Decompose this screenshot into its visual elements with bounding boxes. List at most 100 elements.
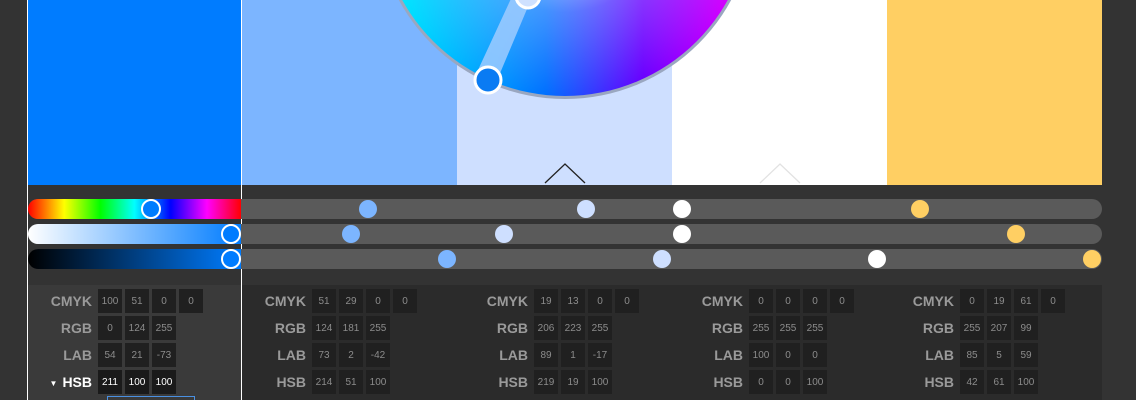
lab-value-field[interactable]: 100 <box>749 343 773 367</box>
cmyk-value-field[interactable]: 0 <box>366 289 390 313</box>
hsb-value-field[interactable]: 100 <box>125 370 149 394</box>
hue-slider-knob-5[interactable] <box>911 200 929 218</box>
cmyk-value-field[interactable]: 0 <box>588 289 612 313</box>
cmyk-value-field[interactable]: 19 <box>534 289 558 313</box>
cmyk-value-field[interactable]: 0 <box>393 289 417 313</box>
saturation-slider-knob-2[interactable] <box>342 225 360 243</box>
rgb-value-field[interactable]: 181 <box>339 316 363 340</box>
lab-value-field[interactable]: 1 <box>561 343 585 367</box>
saturation-slider-knob-1[interactable] <box>221 224 241 244</box>
rgb-value-field[interactable]: 255 <box>776 316 800 340</box>
lab-value-field[interactable]: 89 <box>534 343 558 367</box>
lab-value-field[interactable]: 85 <box>960 343 984 367</box>
rgb-value-field[interactable]: 255 <box>803 316 827 340</box>
hsb-value-field[interactable]: 51 <box>339 370 363 394</box>
lab-row: LAB 89 1 -17 <box>464 343 615 367</box>
saturation-slider[interactable] <box>28 224 1102 244</box>
hsb-value-field[interactable]: 100 <box>588 370 612 394</box>
hsb-value-field[interactable]: 42 <box>960 370 984 394</box>
rgb-row: RGB 0 124 255 <box>28 316 179 340</box>
brightness-slider-knob-1[interactable] <box>221 249 241 269</box>
triangle-marker-icon[interactable] <box>544 162 586 184</box>
lab-label: LAB <box>714 347 743 363</box>
lab-value-field[interactable]: -73 <box>152 343 176 367</box>
saturation-gradient[interactable] <box>28 224 241 244</box>
saturation-slider-knob-5[interactable] <box>1007 225 1025 243</box>
lab-value-field[interactable]: 21 <box>125 343 149 367</box>
lab-value-field[interactable]: 54 <box>98 343 122 367</box>
hsb-value-field[interactable]: 219 <box>534 370 558 394</box>
lab-value-field[interactable]: -17 <box>588 343 612 367</box>
brightness-slider[interactable] <box>28 249 1102 269</box>
hue-slider-knob-2[interactable] <box>359 200 377 218</box>
hue-slider-knob-1[interactable] <box>141 199 161 219</box>
brightness-slider-knob-3[interactable] <box>653 250 671 268</box>
rgb-row: RGB 124 181 255 <box>242 316 393 340</box>
cmyk-value-field[interactable]: 0 <box>803 289 827 313</box>
triangle-down-icon[interactable]: ▼ <box>50 379 58 388</box>
hsb-value-field[interactable]: 0 <box>749 370 773 394</box>
brightness-gradient[interactable] <box>28 249 241 269</box>
rgb-value-field[interactable]: 255 <box>960 316 984 340</box>
lab-value-field[interactable]: 0 <box>776 343 800 367</box>
saturation-slider-knob-3[interactable] <box>495 225 513 243</box>
brightness-slider-knob-5[interactable] <box>1083 250 1101 268</box>
hue-slider[interactable] <box>28 199 1102 219</box>
cmyk-value-field[interactable]: 29 <box>339 289 363 313</box>
lab-value-field[interactable]: 0 <box>803 343 827 367</box>
cmyk-value-field[interactable]: 51 <box>125 289 149 313</box>
lab-value-field[interactable]: 59 <box>1014 343 1038 367</box>
rgb-value-field[interactable]: 255 <box>366 316 390 340</box>
hue-gradient[interactable] <box>28 199 241 219</box>
saturation-slider-knob-4[interactable] <box>673 225 691 243</box>
cmyk-value-field[interactable]: 61 <box>1014 289 1038 313</box>
color-wheel-icon[interactable] <box>370 0 760 110</box>
active-value-field[interactable] <box>107 396 195 400</box>
rgb-value-field[interactable]: 207 <box>987 316 1011 340</box>
cmyk-value-field[interactable]: 100 <box>98 289 122 313</box>
lab-value-field[interactable]: 2 <box>339 343 363 367</box>
cmyk-value-field[interactable]: 19 <box>987 289 1011 313</box>
cmyk-value-field[interactable]: 0 <box>615 289 639 313</box>
rgb-value-field[interactable]: 0 <box>98 316 122 340</box>
hsb-value-field[interactable]: 100 <box>803 370 827 394</box>
hsb-value-field[interactable]: 100 <box>366 370 390 394</box>
cmyk-value-field[interactable]: 0 <box>830 289 854 313</box>
wheel-handle-base[interactable] <box>473 65 503 95</box>
hue-slider-knob-3[interactable] <box>577 200 595 218</box>
brightness-slider-knob-2[interactable] <box>438 250 456 268</box>
hsb-value-field[interactable]: 61 <box>987 370 1011 394</box>
hsb-label: HSB <box>498 374 528 390</box>
cmyk-value-field[interactable]: 0 <box>776 289 800 313</box>
color-swatch-1[interactable] <box>28 0 241 185</box>
cmyk-value-field[interactable]: 13 <box>561 289 585 313</box>
rgb-value-field[interactable]: 223 <box>561 316 585 340</box>
cmyk-value-field[interactable]: 0 <box>179 289 203 313</box>
rgb-value-field[interactable]: 124 <box>312 316 336 340</box>
lab-value-field[interactable]: 73 <box>312 343 336 367</box>
hsb-value-field[interactable]: 19 <box>561 370 585 394</box>
lab-value-field[interactable]: -42 <box>366 343 390 367</box>
color-swatch-5[interactable] <box>887 0 1102 185</box>
rgb-value-field[interactable]: 255 <box>588 316 612 340</box>
hsb-value-field[interactable]: 0 <box>776 370 800 394</box>
hue-slider-knob-4[interactable] <box>673 200 691 218</box>
rgb-value-field[interactable]: 206 <box>534 316 558 340</box>
cmyk-value-field[interactable]: 0 <box>749 289 773 313</box>
hsb-value-field[interactable]: 214 <box>312 370 336 394</box>
rgb-value-field[interactable]: 99 <box>1014 316 1038 340</box>
triangle-marker-icon[interactable] <box>759 162 801 184</box>
cmyk-value-field[interactable]: 0 <box>960 289 984 313</box>
hsb-value-field[interactable]: 211 <box>98 370 122 394</box>
cmyk-value-field[interactable]: 0 <box>152 289 176 313</box>
rgb-value-field[interactable]: 255 <box>749 316 773 340</box>
rgb-value-field[interactable]: 255 <box>152 316 176 340</box>
brightness-slider-knob-4[interactable] <box>868 250 886 268</box>
cmyk-value-field[interactable]: 0 <box>1041 289 1065 313</box>
hsb-label[interactable]: ▼ HSB <box>28 374 98 390</box>
rgb-value-field[interactable]: 124 <box>125 316 149 340</box>
cmyk-value-field[interactable]: 51 <box>312 289 336 313</box>
hsb-value-field[interactable]: 100 <box>152 370 176 394</box>
lab-value-field[interactable]: 5 <box>987 343 1011 367</box>
hsb-value-field[interactable]: 100 <box>1014 370 1038 394</box>
